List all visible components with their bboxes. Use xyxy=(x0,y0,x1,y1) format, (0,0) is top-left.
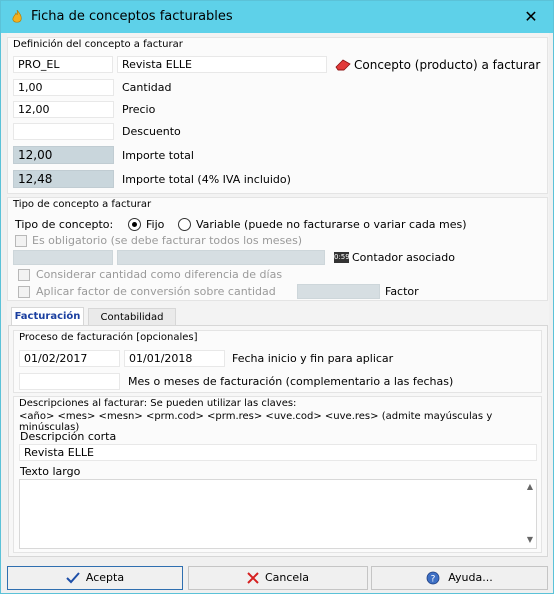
fecha-inicio-field[interactable]: 01/02/2017 xyxy=(19,350,120,367)
close-icon: ✕ xyxy=(524,7,538,26)
importe-iva-field: 12,48 xyxy=(13,170,114,188)
obligatorio-label: Es obligatorio (se debe facturar todos l… xyxy=(32,234,303,247)
fijo-radio[interactable] xyxy=(128,218,141,231)
acepta-label: Acepta xyxy=(85,571,125,584)
cancela-label: Cancela xyxy=(264,571,309,584)
app-flame-icon xyxy=(12,10,22,23)
scroll-down-icon[interactable]: ▼ xyxy=(524,534,536,546)
cantidad-field[interactable]: 1,00 xyxy=(13,79,114,96)
meses-label: Mes o meses de facturación (complementar… xyxy=(128,375,454,388)
texto-largo-label: Texto largo xyxy=(20,465,81,478)
fijo-label: Fijo xyxy=(146,218,165,231)
x-icon xyxy=(247,572,259,584)
close-button[interactable]: ✕ xyxy=(519,7,543,27)
eraser-icon[interactable] xyxy=(335,59,351,71)
code-field[interactable]: PRO_EL xyxy=(13,56,113,73)
tab-facturacion[interactable]: Facturación xyxy=(11,307,84,325)
importe-iva-label: Importe total (4% IVA incluido) xyxy=(122,173,291,186)
dialog-window: Ficha de conceptos facturables ✕ Definic… xyxy=(0,0,554,594)
concepto-label: Concepto (producto) a facturar xyxy=(354,58,541,72)
precio-field[interactable]: 12,00 xyxy=(13,101,114,118)
svg-text:?: ? xyxy=(431,575,436,585)
tab-contabilidad[interactable]: Contabilidad xyxy=(88,308,176,326)
window-title: Ficha de conceptos facturables xyxy=(31,9,233,24)
descripcion-corta-field[interactable]: Revista ELLE xyxy=(19,444,537,461)
variable-radio[interactable] xyxy=(178,218,191,231)
descripcion-corta-label: Descripción corta xyxy=(20,430,117,443)
aplicar-checkbox[interactable] xyxy=(18,286,30,298)
acepta-button[interactable]: Acepta xyxy=(7,566,183,590)
ayuda-label: Ayuda... xyxy=(448,571,493,584)
considerar-label: Considerar cantidad como diferencia de d… xyxy=(36,268,283,281)
check-icon xyxy=(66,572,80,584)
considerar-checkbox[interactable] xyxy=(18,269,30,281)
counter-icon[interactable]: 0:59 xyxy=(334,252,350,263)
meses-field[interactable] xyxy=(19,373,120,390)
descripciones-title: Descripciones al facturar: Se pueden uti… xyxy=(19,398,297,409)
definicion-title: Definición del concepto a facturar xyxy=(13,39,183,50)
cancela-button[interactable]: Cancela xyxy=(188,566,368,590)
aplicar-label: Aplicar factor de conversión sobre canti… xyxy=(36,285,276,298)
contador-label: Contador asociado xyxy=(352,251,455,264)
texto-largo-textarea[interactable] xyxy=(19,479,537,549)
tipo-concepto-label: Tipo de concepto: xyxy=(15,218,114,231)
tipo-title: Tipo de concepto a facturar xyxy=(13,199,152,210)
descuento-field[interactable] xyxy=(13,123,114,140)
ayuda-button[interactable]: ? Ayuda... xyxy=(371,566,548,590)
importe-total-field: 12,00 xyxy=(13,146,114,164)
factor-label: Factor xyxy=(385,285,419,298)
factor-field xyxy=(297,284,380,299)
proceso-title: Proceso de facturación [opcionales] xyxy=(19,332,198,343)
contador-code-field xyxy=(13,250,113,265)
help-icon: ? xyxy=(426,571,440,585)
precio-label: Precio xyxy=(122,103,156,116)
scroll-up-icon[interactable]: ▲ xyxy=(524,481,536,493)
fechas-label: Fecha inicio y fin para aplicar xyxy=(232,352,394,365)
variable-label: Variable (puede no facturarse o variar c… xyxy=(196,218,467,231)
cantidad-label: Cantidad xyxy=(122,81,172,94)
descuento-label: Descuento xyxy=(122,125,181,138)
importe-total-label: Importe total xyxy=(122,149,194,162)
contador-name-field xyxy=(117,250,325,265)
fecha-fin-field[interactable]: 01/01/2018 xyxy=(124,350,225,367)
obligatorio-checkbox[interactable] xyxy=(15,235,27,247)
name-field[interactable]: Revista ELLE xyxy=(117,56,327,73)
title-bar: Ficha de conceptos facturables ✕ xyxy=(1,1,553,33)
